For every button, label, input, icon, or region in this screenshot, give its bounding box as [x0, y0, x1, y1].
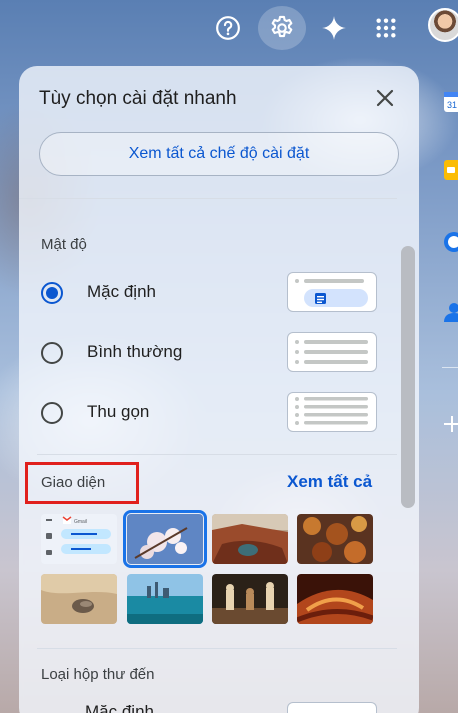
theme-thumbnail-chess[interactable] [212, 574, 288, 624]
density-option-label: Bình thường [87, 342, 183, 361]
svg-text:Gmail: Gmail [74, 519, 87, 525]
account-avatar[interactable] [428, 8, 458, 42]
density-option-label: Thu gọn [87, 402, 150, 421]
settings-icon[interactable] [258, 6, 306, 50]
scrollbar-thumb[interactable] [401, 246, 415, 508]
apps-grid-icon[interactable] [362, 6, 410, 50]
theme-thumbnail-antelope-canyon[interactable] [297, 574, 373, 624]
density-option-label: Mặc định [87, 282, 156, 301]
density-preview-compact [287, 392, 377, 432]
quick-settings-panel: Tùy chọn cài đặt nhanh Xem tất cả chế độ… [19, 66, 419, 713]
inbox-type-label: Loại hộp thư đến [41, 666, 155, 683]
theme-thumbnail-canyon-lake[interactable] [212, 514, 288, 564]
density-preview-normal [287, 332, 377, 372]
radio-button[interactable] [41, 342, 63, 364]
divider [37, 648, 397, 649]
density-option-default[interactable]: Mặc định [41, 272, 381, 314]
see-all-settings-button[interactable]: Xem tất cả chế độ cài đặt [39, 132, 399, 176]
theme-thumbnail-cherry-blossom[interactable] [123, 510, 207, 568]
theme-thumbnail-beach-rock[interactable] [41, 574, 117, 624]
inbox-type-option-default[interactable]: Mặc định [85, 702, 154, 713]
divider [19, 198, 397, 199]
top-bar [0, 0, 458, 56]
theme-thumbnail-autumn-leaves[interactable] [297, 514, 373, 564]
density-option-normal[interactable]: Bình thường [41, 332, 381, 374]
help-icon[interactable] [204, 6, 252, 50]
theme-see-all-link[interactable]: Xem tất cả [287, 472, 372, 492]
svg-text:31: 31 [447, 100, 457, 110]
radio-button[interactable] [41, 402, 63, 424]
close-button[interactable] [371, 84, 399, 112]
density-preview-default [287, 272, 377, 312]
theme-thumbnail-default[interactable]: Gmail [41, 514, 117, 564]
inbox-type-preview [287, 702, 377, 713]
density-label: Mật độ [41, 236, 87, 253]
contacts-icon[interactable] [442, 300, 458, 324]
divider [37, 454, 397, 455]
theme-label: Giao diện [41, 474, 106, 491]
panel-title: Tùy chọn cài đặt nhanh [39, 88, 237, 109]
calendar-icon[interactable]: 31 [442, 90, 458, 114]
gemini-sparkle-icon[interactable] [310, 6, 358, 50]
keep-icon[interactable] [442, 158, 458, 182]
close-icon [376, 89, 394, 107]
add-icon[interactable] [442, 412, 458, 436]
side-panel-divider [442, 367, 458, 368]
density-option-compact[interactable]: Thu gọn [41, 392, 381, 434]
radio-button[interactable] [41, 282, 63, 304]
theme-thumbnail-lake-city[interactable] [127, 574, 203, 624]
tasks-icon[interactable] [442, 230, 458, 254]
